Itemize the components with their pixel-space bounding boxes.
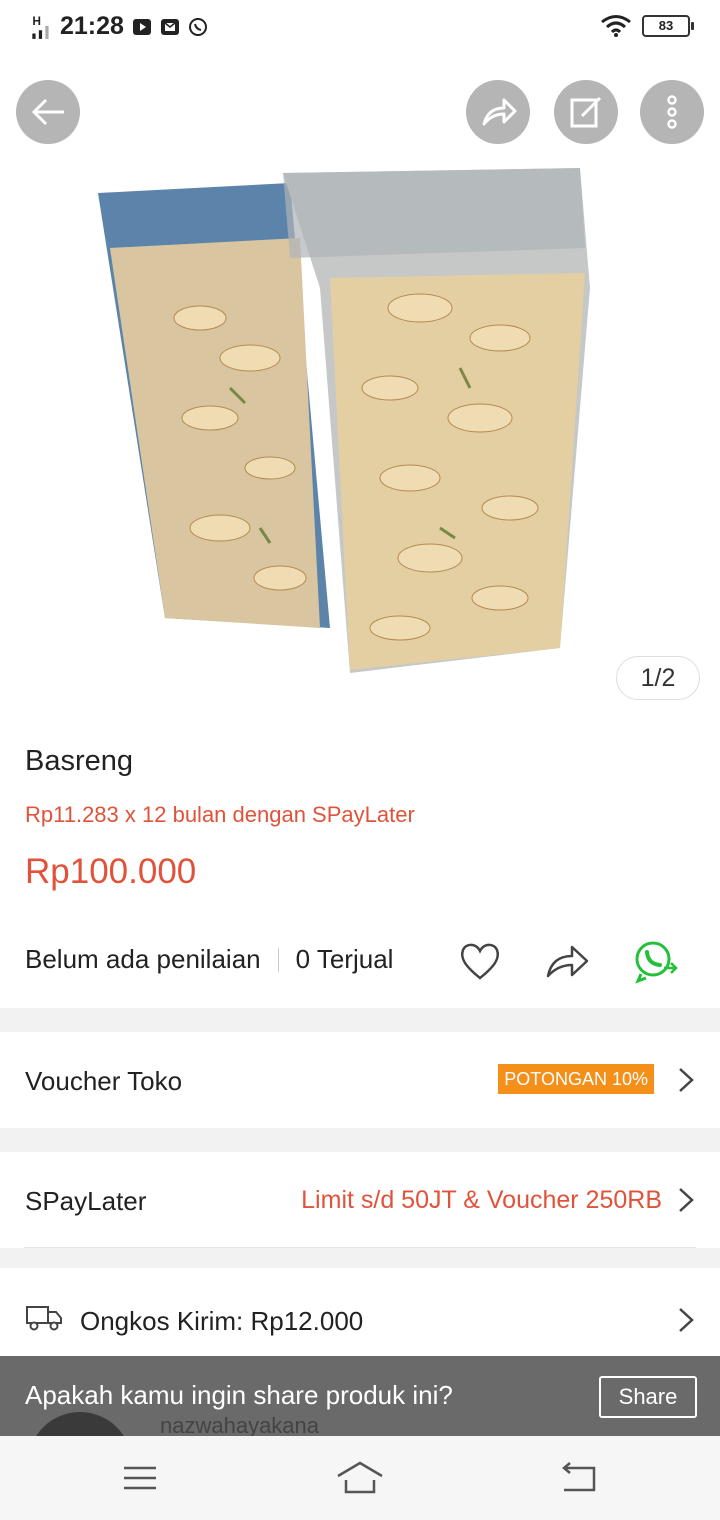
back-button[interactable] (16, 80, 80, 144)
rating-text: Belum ada penilaian (25, 944, 261, 974)
chevron-right-icon (679, 1188, 694, 1212)
signal-icon: H (32, 14, 49, 39)
sold-count: 0 Terjual (295, 944, 394, 974)
share-prompt-button[interactable]: Share (599, 1376, 697, 1418)
system-nav-bar (0, 1436, 720, 1520)
chevron-right-icon (679, 1068, 694, 1092)
mail-icon (160, 18, 179, 35)
product-price: Rp100.000 (25, 852, 197, 891)
section-gap (0, 1248, 720, 1268)
edit-icon (570, 96, 602, 128)
image-counter: 1/2 (616, 656, 700, 700)
voucher-badge: POTONGAN 10% (498, 1064, 654, 1094)
voucher-row[interactable]: Voucher Toko POTONGAN 10% (0, 1032, 720, 1128)
spaylater-row[interactable]: SPayLater Limit s/d 50JT & Voucher 250RB (0, 1152, 720, 1248)
back-icon (31, 98, 64, 126)
whatsapp-icon[interactable] (632, 938, 678, 984)
wifi-icon (601, 15, 631, 37)
edit-button[interactable] (554, 80, 618, 144)
share-prompt-text: Apakah kamu ingin share produk ini? (25, 1380, 453, 1410)
share-icon (482, 98, 517, 126)
battery-indicator: 83 (642, 15, 694, 37)
clock: 21:28 (60, 12, 124, 40)
shipping-row[interactable]: Ongkos Kirim: Rp12.000 (0, 1268, 720, 1358)
product-image-gallery[interactable] (0, 58, 720, 718)
heart-icon[interactable] (457, 938, 503, 984)
rating-sold-row: Belum ada penilaian 0 Terjual (25, 944, 393, 975)
share-button[interactable] (466, 80, 530, 144)
more-options-button[interactable] (640, 80, 704, 144)
menu-icon[interactable] (122, 1464, 158, 1492)
share-arrow-icon[interactable] (544, 938, 590, 984)
whatsapp-status-icon (188, 17, 207, 36)
youtube-icon (132, 18, 151, 35)
product-image (98, 168, 590, 673)
product-title: Basreng (25, 745, 134, 777)
status-bar: H 21:28 83 (0, 0, 720, 58)
section-gap (0, 1128, 720, 1152)
shipping-cost: Ongkos Kirim: Rp12.000 (80, 1306, 364, 1336)
spaylater-label: SPayLater (25, 1186, 147, 1216)
truck-icon (26, 1306, 62, 1331)
stats-divider (277, 947, 279, 972)
more-icon (667, 95, 677, 129)
svg-text:H: H (32, 14, 41, 28)
spaylater-promo: Limit s/d 50JT & Voucher 250RB (301, 1186, 662, 1214)
voucher-label: Voucher Toko (25, 1066, 183, 1096)
chevron-right-icon (679, 1308, 694, 1332)
home-icon[interactable] (336, 1460, 384, 1496)
section-gap (0, 1008, 720, 1032)
back-nav-icon[interactable] (560, 1462, 598, 1494)
installment-info[interactable]: Rp11.283 x 12 bulan dengan SPayLater (25, 802, 415, 828)
